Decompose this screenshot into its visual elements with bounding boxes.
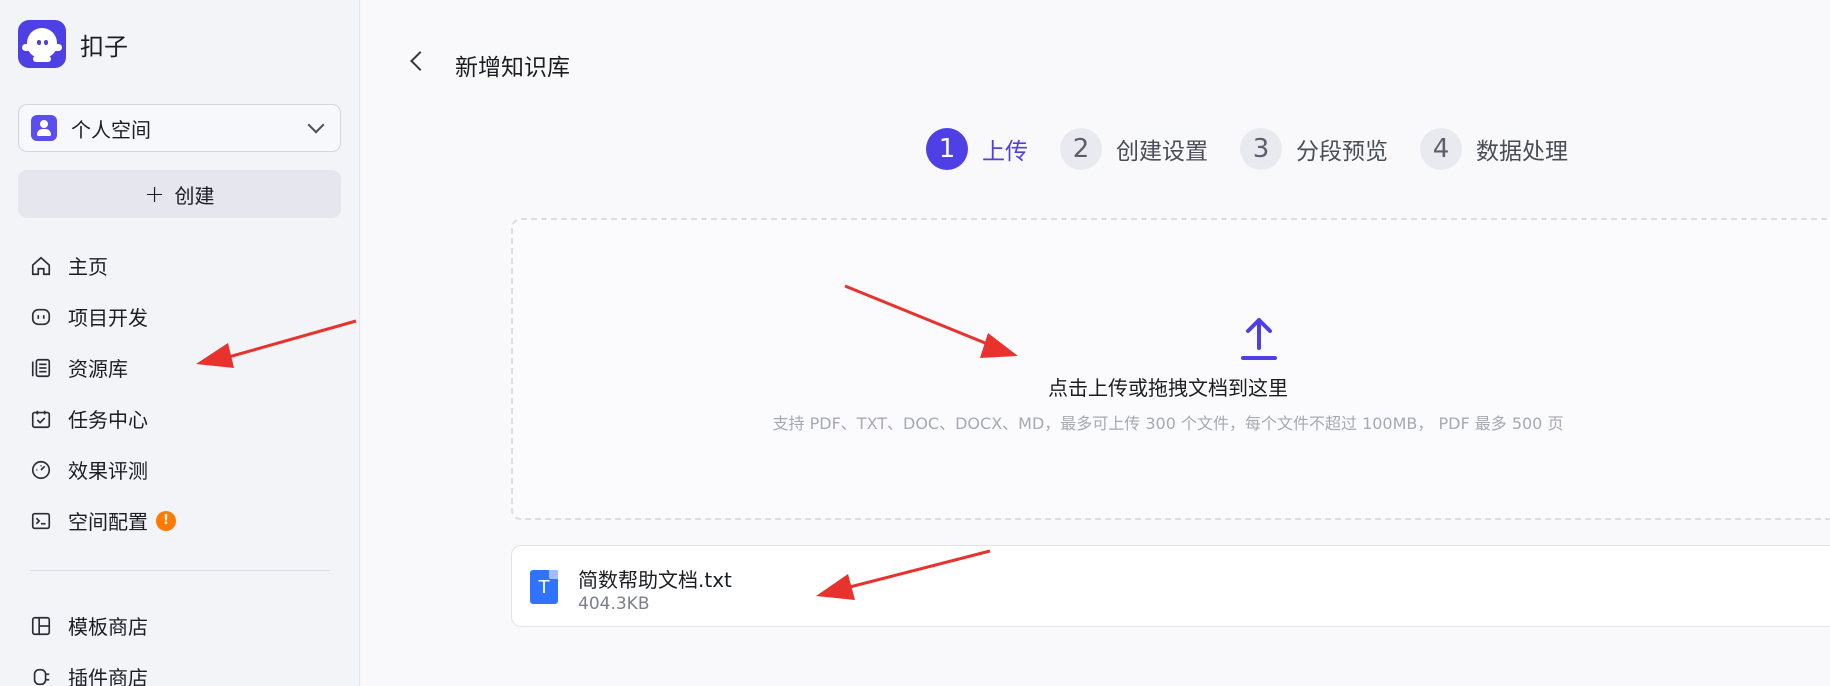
page-title: 新增知识库 [455,55,570,81]
create-button[interactable]: + 创建 [18,170,341,218]
step-label: 创建设置 [1116,139,1208,165]
library-icon [28,355,54,381]
gauge-icon [28,457,54,483]
brand[interactable]: 扣子 [18,20,128,68]
sidebar-item-plugin-store[interactable]: 插件商店 [28,651,338,686]
step-label: 数据处理 [1476,139,1568,165]
sidebar: 扣子 个人空间 + 创建 主页 项目开发 资源库 任务中心 效果评测 空间配置 … [0,0,360,686]
step-segment-preview: 3 分段预览 [1240,128,1388,170]
upload-icon [1241,318,1277,360]
step-number: 3 [1240,128,1282,170]
sidebar-item-space-config[interactable]: 空间配置 ! [28,495,338,546]
step-label: 上传 [982,139,1028,165]
sidebar-nav: 主页 项目开发 资源库 任务中心 效果评测 空间配置 ! [28,240,338,546]
home-icon [28,253,54,279]
main-content: 新增知识库 1 上传 2 创建设置 3 分段预览 4 数据处理 点击上传或拖拽文… [361,0,1830,686]
upload-dropzone[interactable]: 点击上传或拖拽文档到这里 支持 PDF、TXT、DOC、DOCX、MD，最多可上… [511,218,1830,520]
task-icon [28,406,54,432]
user-icon [31,115,57,141]
uploaded-file-item[interactable]: T 简数帮助文档.txt 404.3KB [511,545,1830,627]
sidebar-item-label: 项目开发 [68,306,148,330]
sidebar-item-label: 效果评测 [68,459,148,483]
sidebar-item-label: 空间配置 [68,510,148,534]
sidebar-item-label: 插件商店 [68,666,148,686]
terminal-icon [28,508,54,534]
step-label: 分段预览 [1296,139,1388,165]
plus-icon: + [144,180,165,208]
sidebar-item-label: 资源库 [68,357,128,381]
sidebar-item-task[interactable]: 任务中心 [28,393,338,444]
sidebar-item-label: 任务中心 [68,408,148,432]
step-upload: 1 上传 [926,128,1028,170]
step-data-processing: 4 数据处理 [1420,128,1568,170]
workspace-label: 个人空间 [71,117,151,142]
sidebar-item-label: 主页 [68,255,108,279]
sidebar-item-library[interactable]: 资源库 [28,342,338,393]
stepper: 1 上传 2 创建设置 3 分段预览 4 数据处理 [926,128,1600,170]
file-name: 简数帮助文档.txt [578,568,732,592]
sidebar-item-label: 模板商店 [68,615,148,639]
sidebar-item-project[interactable]: 项目开发 [28,291,338,342]
app-name: 扣子 [80,32,128,61]
step-number: 4 [1420,128,1462,170]
step-number: 1 [926,128,968,170]
step-number: 2 [1060,128,1102,170]
template-icon [28,613,54,639]
sidebar-nav-store: 模板商店 插件商店 [28,600,338,686]
workspace-selector[interactable]: 个人空间 [18,104,341,152]
alert-badge: ! [156,510,176,531]
upload-hint: 支持 PDF、TXT、DOC、DOCX、MD，最多可上传 300 个文件，每个文… [772,414,1564,433]
sidebar-item-evaluation[interactable]: 效果评测 [28,444,338,495]
create-label: 创建 [174,183,215,208]
upload-title: 点击上传或拖拽文档到这里 [1048,376,1288,400]
chevron-down-icon [307,116,325,134]
project-icon [28,304,54,330]
file-size: 404.3KB [578,594,650,614]
plugin-icon [28,664,54,686]
divider [30,570,330,571]
text-file-icon: T [530,570,558,604]
sidebar-item-home[interactable]: 主页 [28,240,338,291]
step-create-settings: 2 创建设置 [1060,128,1208,170]
sidebar-item-template-store[interactable]: 模板商店 [28,600,338,651]
logo-icon [18,20,66,68]
back-icon[interactable] [410,51,430,71]
